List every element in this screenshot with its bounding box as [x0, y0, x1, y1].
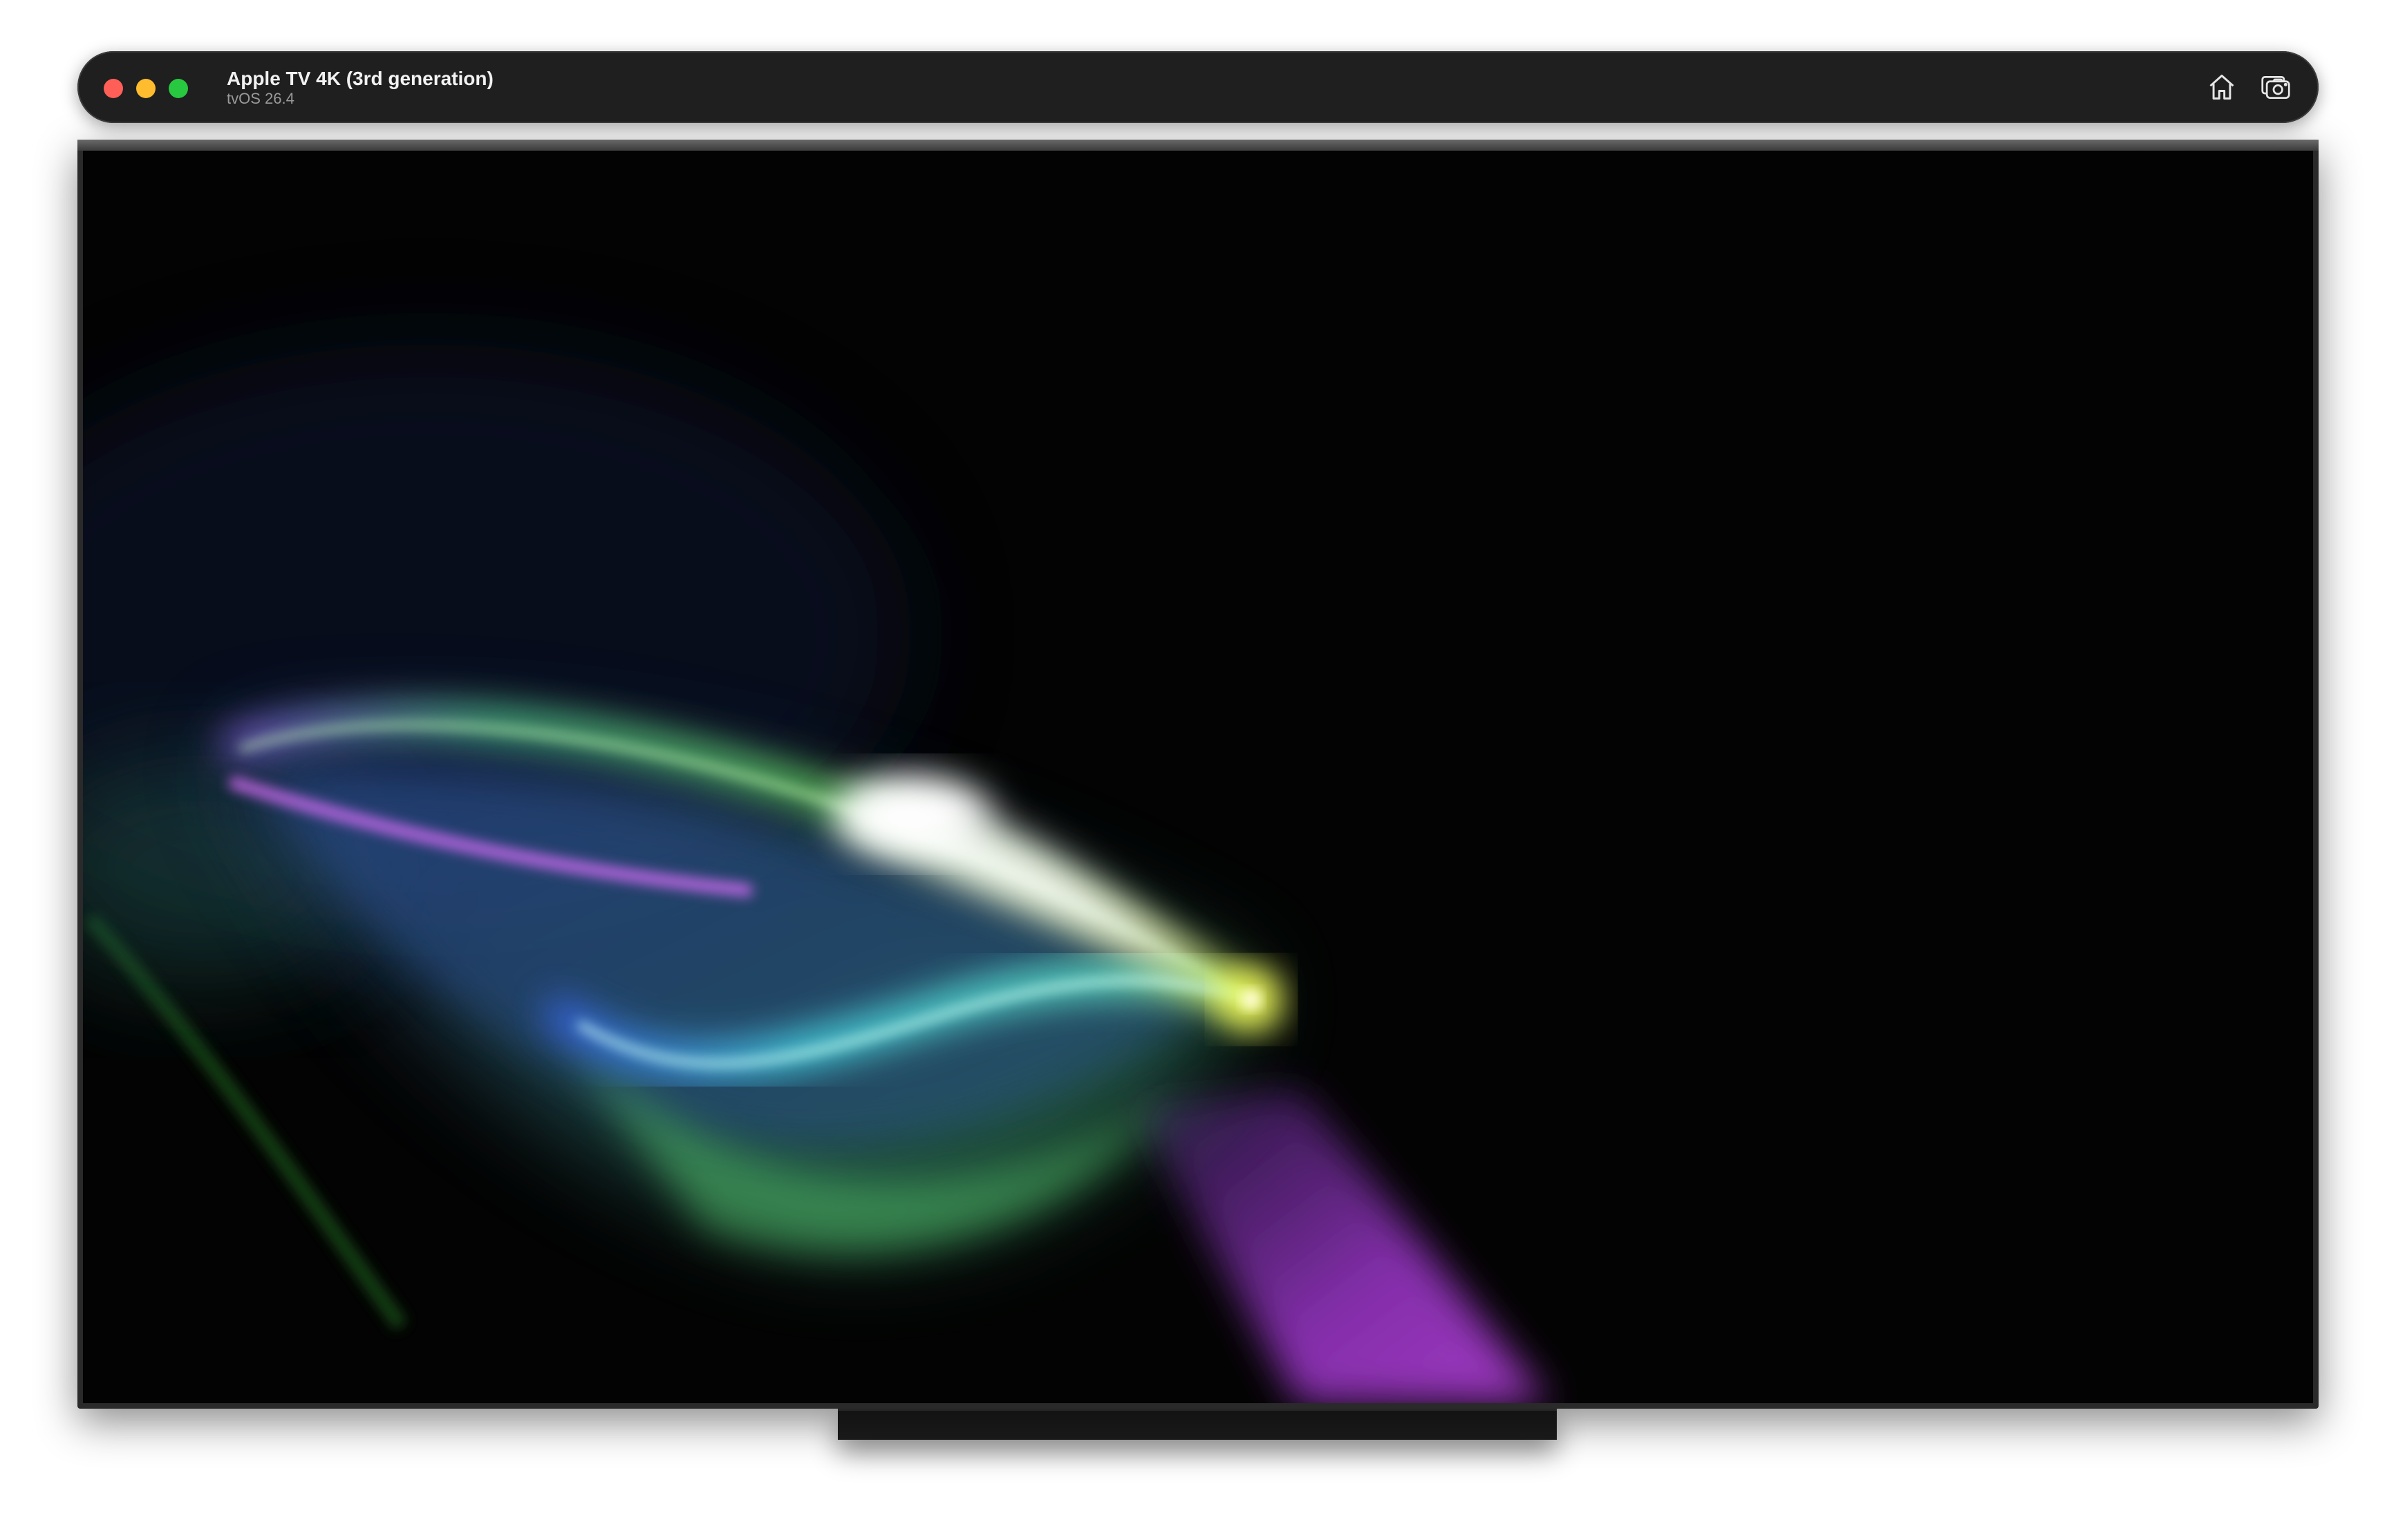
apple-tv-display: [77, 140, 2319, 1409]
display-stand: [838, 1409, 1557, 1440]
home-icon: [2209, 75, 2234, 100]
close-window-button[interactable]: [104, 79, 123, 98]
zoom-window-button[interactable]: [169, 79, 188, 98]
screenshot-button[interactable]: [2255, 68, 2296, 106]
title-block: Apple TV 4K (3rd generation) tvOS 26.4: [227, 68, 494, 108]
minimize-window-button[interactable]: [136, 79, 156, 98]
home-button[interactable]: [2201, 68, 2243, 106]
device-title: Apple TV 4K (3rd generation): [227, 68, 494, 89]
simulator-window: Apple TV 4K (3rd generation) tvOS 26.4: [77, 51, 2319, 1440]
display-top-rim: [77, 140, 2319, 151]
camera-screenshot-icon: [2261, 75, 2290, 99]
tv-screen[interactable]: [83, 151, 2313, 1403]
siri-glow-animation: [83, 151, 2313, 1403]
title-bar[interactable]: Apple TV 4K (3rd generation) tvOS 26.4: [77, 51, 2319, 123]
os-version: tvOS 26.4: [227, 90, 294, 107]
